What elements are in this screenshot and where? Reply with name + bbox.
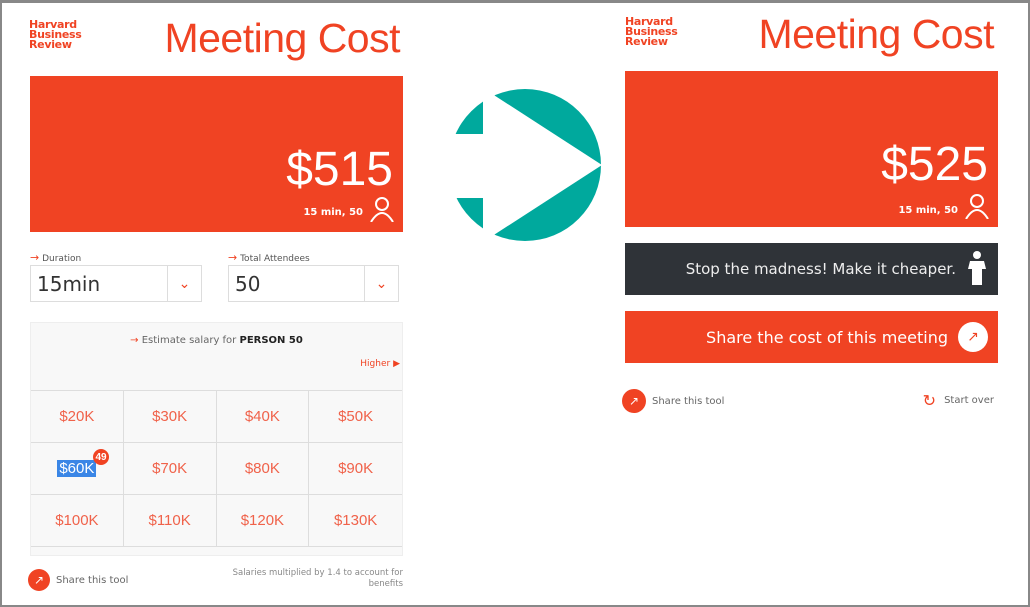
duration-label: → Duration xyxy=(30,251,81,264)
logo-line: Review xyxy=(29,38,72,51)
cost-summary: 15 min, 50 xyxy=(303,207,363,218)
salary-option[interactable]: $100K xyxy=(31,495,124,547)
selected-salary: $60K xyxy=(57,460,97,477)
salary-option[interactable]: $90K xyxy=(309,443,402,495)
footnote: Salaries multiplied by 1.4 to account fo… xyxy=(232,568,403,589)
salary-option[interactable]: $30K xyxy=(123,391,217,443)
salary-option[interactable]: $120K xyxy=(216,495,310,547)
duration-select[interactable]: 15min ⌄ xyxy=(30,265,202,302)
arrow-icon: → xyxy=(228,251,238,264)
arrow-icon: → xyxy=(130,335,139,346)
duration-label-text: Duration xyxy=(42,254,82,264)
cost-amount: $525 xyxy=(881,138,988,191)
salary-option[interactable]: $110K xyxy=(123,495,217,547)
logo-line: Review xyxy=(625,35,668,48)
person-figure-icon xyxy=(968,251,986,285)
chevron-down-icon[interactable]: ⌄ xyxy=(364,266,398,301)
attendees-select[interactable]: 50 ⌄ xyxy=(228,265,399,302)
salary-panel: → Estimate salary for PERSON 50 Higher ▶… xyxy=(30,322,403,556)
higher-label: Higher xyxy=(360,359,391,369)
start-over-link[interactable]: ↻ Start over xyxy=(923,391,994,410)
higher-button[interactable]: Higher ▶ xyxy=(31,359,400,387)
person-icon xyxy=(370,197,394,222)
chevron-down-icon[interactable]: ⌄ xyxy=(167,266,201,301)
person-icon xyxy=(965,194,989,219)
cost-summary: 15 min, 50 xyxy=(898,205,958,216)
arrow-right-icon xyxy=(442,88,602,242)
salary-grid: $20K $30K $40K $50K $60K 49 $70K $80K $90… xyxy=(31,390,402,547)
estimate-heading: → Estimate salary for PERSON 50 xyxy=(31,335,402,346)
page-title: Meeting Cost xyxy=(758,11,994,57)
arrow-icon: → xyxy=(30,251,40,264)
cost-display: $525 15 min, 50 xyxy=(625,71,998,227)
attendees-label-text: Total Attendees xyxy=(240,254,310,264)
refresh-icon: ↻ xyxy=(922,391,937,410)
cost-amount: $515 xyxy=(286,143,393,196)
salary-option[interactable]: $70K xyxy=(123,443,217,495)
page-title: Meeting Cost xyxy=(164,15,400,61)
make-cheaper-label: Stop the madness! Make it cheaper. xyxy=(685,260,956,278)
share-cost-button[interactable]: Share the cost of this meeting ↗ xyxy=(625,311,998,363)
share-tool-link[interactable]: ↗ Share this tool xyxy=(28,569,128,591)
cost-display: $515 15 min, 50 xyxy=(30,76,403,232)
make-cheaper-button[interactable]: Stop the madness! Make it cheaper. xyxy=(625,243,998,295)
salary-option[interactable]: $80K xyxy=(216,443,310,495)
share-arrow-icon: ↗ xyxy=(622,389,646,413)
estimate-prefix: Estimate salary for xyxy=(141,335,237,346)
hbr-logo: Harvard Business Review xyxy=(625,16,678,48)
salary-option[interactable]: $130K xyxy=(309,495,402,547)
salary-option-selected[interactable]: $60K 49 xyxy=(31,443,124,495)
share-cost-label: Share the cost of this meeting xyxy=(706,327,948,347)
salary-option[interactable]: $40K xyxy=(216,391,310,443)
share-tool-link[interactable]: ↗ Share this tool xyxy=(622,389,724,413)
share-arrow-icon: ↗ xyxy=(958,322,988,352)
attendees-label: → Total Attendees xyxy=(228,251,310,264)
share-arrow-icon: ↗ xyxy=(28,569,50,591)
attendees-value: 50 xyxy=(235,271,261,296)
hbr-logo: Harvard Business Review xyxy=(29,19,82,51)
estimate-person: PERSON 50 xyxy=(239,335,303,346)
share-tool-label: Share this tool xyxy=(56,574,129,586)
share-tool-label: Share this tool xyxy=(652,395,725,407)
salary-option[interactable]: $20K xyxy=(31,391,124,443)
salary-option[interactable]: $50K xyxy=(309,391,402,443)
start-over-label: Start over xyxy=(944,395,994,406)
duration-value: 15min xyxy=(37,271,101,296)
count-badge: 49 xyxy=(93,449,109,465)
